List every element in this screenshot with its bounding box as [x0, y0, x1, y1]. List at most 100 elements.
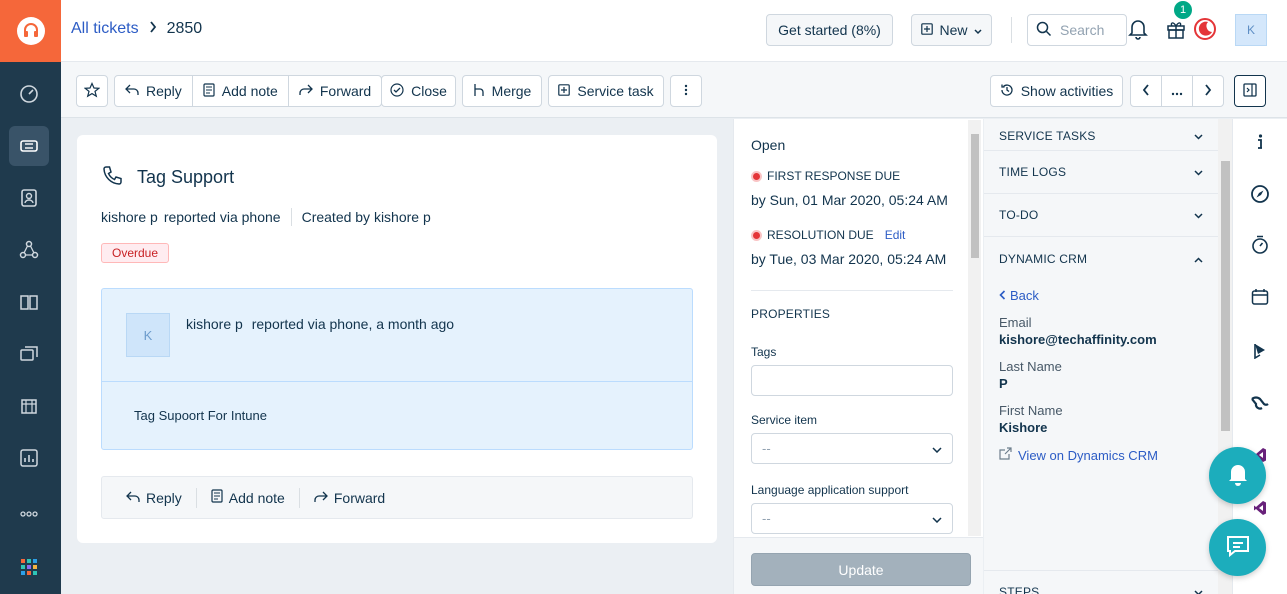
service-tasks-section[interactable]: SERVICE TASKS [984, 108, 1218, 151]
forward-icon [299, 83, 313, 99]
view-link-label: View on Dynamics CRM [1018, 447, 1158, 463]
scrollbar-thumb[interactable] [1221, 161, 1230, 431]
crm-last-name-value: P [999, 376, 1008, 391]
forward-button[interactable]: Forward [289, 76, 381, 106]
add-note-button[interactable]: Add note [197, 487, 300, 508]
tickets-icon[interactable] [9, 126, 49, 166]
product-switcher-icon[interactable] [9, 547, 49, 587]
view-on-dynamics-crm-link[interactable]: View on Dynamics CRM [999, 447, 1158, 463]
service-task-button[interactable]: Service task [548, 75, 664, 107]
plus-box-icon [921, 22, 934, 38]
search-placeholder: Search [1060, 22, 1105, 38]
remote-support-icon[interactable] [1249, 393, 1271, 415]
ticket-list-button[interactable] [1162, 76, 1193, 106]
merge-label: Merge [491, 83, 532, 99]
reply-icon [126, 490, 140, 506]
merge-icon [473, 83, 485, 100]
moon-status-icon[interactable] [1192, 16, 1218, 42]
solutions-book-icon[interactable] [9, 282, 49, 322]
breadcrumb: All tickets 2850 [71, 20, 202, 38]
edit-resolution-link[interactable]: Edit [885, 228, 906, 242]
reports-icon[interactable] [9, 438, 49, 478]
conversation-header: kishore p reported via phone, a month ag… [186, 316, 454, 332]
bell-icon[interactable] [1125, 16, 1151, 42]
properties-scrollbar[interactable] [968, 120, 981, 536]
chevron-down-icon [1194, 585, 1203, 594]
reporter-name[interactable]: kishore p [101, 209, 158, 225]
close-label: Close [411, 83, 447, 99]
divider [751, 290, 953, 291]
chevron-down-icon [1194, 165, 1203, 179]
assets-icon[interactable] [9, 386, 49, 426]
add-note-button[interactable]: Add note [193, 76, 289, 106]
conversation-source: reported via phone, a month ago [251, 316, 455, 332]
star-icon [83, 81, 101, 101]
chevron-down-icon [1194, 208, 1203, 222]
chat-fab[interactable] [1209, 519, 1266, 576]
ticket-status: Open [751, 137, 786, 153]
conversation-author[interactable]: kishore p [186, 316, 243, 332]
gift-icon[interactable] [1163, 16, 1189, 42]
show-activities-label: Show activities [1020, 83, 1114, 99]
notifications-fab[interactable] [1209, 447, 1266, 504]
changes-icon[interactable] [9, 334, 49, 374]
star-button[interactable] [76, 75, 108, 107]
more-actions-button[interactable] [670, 75, 702, 107]
time-logs-section[interactable]: TIME LOGS [984, 151, 1218, 194]
info-icon[interactable] [1249, 131, 1271, 153]
new-button[interactable]: New [911, 14, 992, 46]
language-support-select[interactable]: -- [751, 503, 953, 534]
steps-section[interactable]: STEPS [984, 570, 1218, 594]
next-ticket-button[interactable] [1193, 76, 1223, 106]
previous-ticket-button[interactable] [1131, 76, 1162, 106]
service-item-value: -- [762, 441, 771, 456]
merge-button[interactable]: Merge [462, 75, 542, 107]
chevron-right-icon [1204, 83, 1212, 99]
calendar-icon[interactable] [1249, 286, 1271, 308]
problems-icon[interactable] [9, 230, 49, 270]
crm-last-name-label: Last Name [999, 359, 1062, 374]
app-logo[interactable] [0, 0, 61, 62]
toggle-panel-button[interactable] [1234, 75, 1266, 107]
dynamic-crm-section[interactable]: DYNAMIC CRM [984, 237, 1218, 280]
visual-studio-icon[interactable] [1249, 497, 1271, 519]
service-item-select[interactable]: -- [751, 433, 953, 464]
compass-icon[interactable] [1249, 183, 1271, 205]
reply-label: Reply [146, 489, 182, 506]
all-tickets-link[interactable]: All tickets [71, 20, 139, 38]
scrollbar-thumb[interactable] [971, 134, 979, 258]
resolution-due-value: by Tue, 03 Mar 2020, 05:24 AM [751, 251, 947, 267]
gift-badge: 1 [1174, 1, 1192, 19]
language-support-label: Language application support [751, 483, 909, 497]
crm-back-link[interactable]: Back [999, 288, 1039, 303]
contacts-icon[interactable] [9, 178, 49, 218]
ticket-navigation [1130, 75, 1224, 107]
forward-button[interactable]: Forward [300, 488, 399, 508]
timer-icon[interactable] [1249, 234, 1271, 256]
sidebar-toggle-icon [1243, 82, 1257, 100]
user-avatar[interactable]: K [1235, 14, 1267, 46]
tags-input[interactable] [751, 365, 953, 396]
reply-button[interactable]: Reply [115, 76, 193, 106]
show-activities-button[interactable]: Show activities [990, 75, 1123, 107]
dashboard-icon[interactable] [9, 74, 49, 114]
first-response-label-text: FIRST RESPONSE DUE [767, 169, 901, 183]
properties-panel: Open FIRST RESPONSE DUE by Sun, 01 Mar 2… [733, 119, 983, 594]
plus-box-icon [558, 83, 571, 99]
chevron-down-icon [1194, 129, 1203, 143]
update-button[interactable]: Update [751, 553, 971, 586]
todo-section[interactable]: TO-DO [984, 194, 1218, 237]
close-button[interactable]: Close [381, 75, 456, 107]
properties-title: PROPERTIES [751, 307, 831, 321]
get-started-button[interactable]: Get started (8%) [766, 14, 893, 46]
crm-back-label: Back [1010, 288, 1039, 303]
more-apps-icon[interactable] [9, 494, 49, 534]
get-started-label: Get started (8%) [778, 22, 881, 38]
dynamics-icon[interactable] [1249, 340, 1271, 362]
chevron-left-icon [1142, 83, 1150, 99]
service-tasks-title: SERVICE TASKS [999, 129, 1096, 143]
service-item-label: Service item [751, 413, 818, 427]
search-input[interactable]: Search [1027, 14, 1127, 46]
chevron-up-icon [1194, 252, 1203, 266]
reply-button[interactable]: Reply [112, 487, 197, 508]
